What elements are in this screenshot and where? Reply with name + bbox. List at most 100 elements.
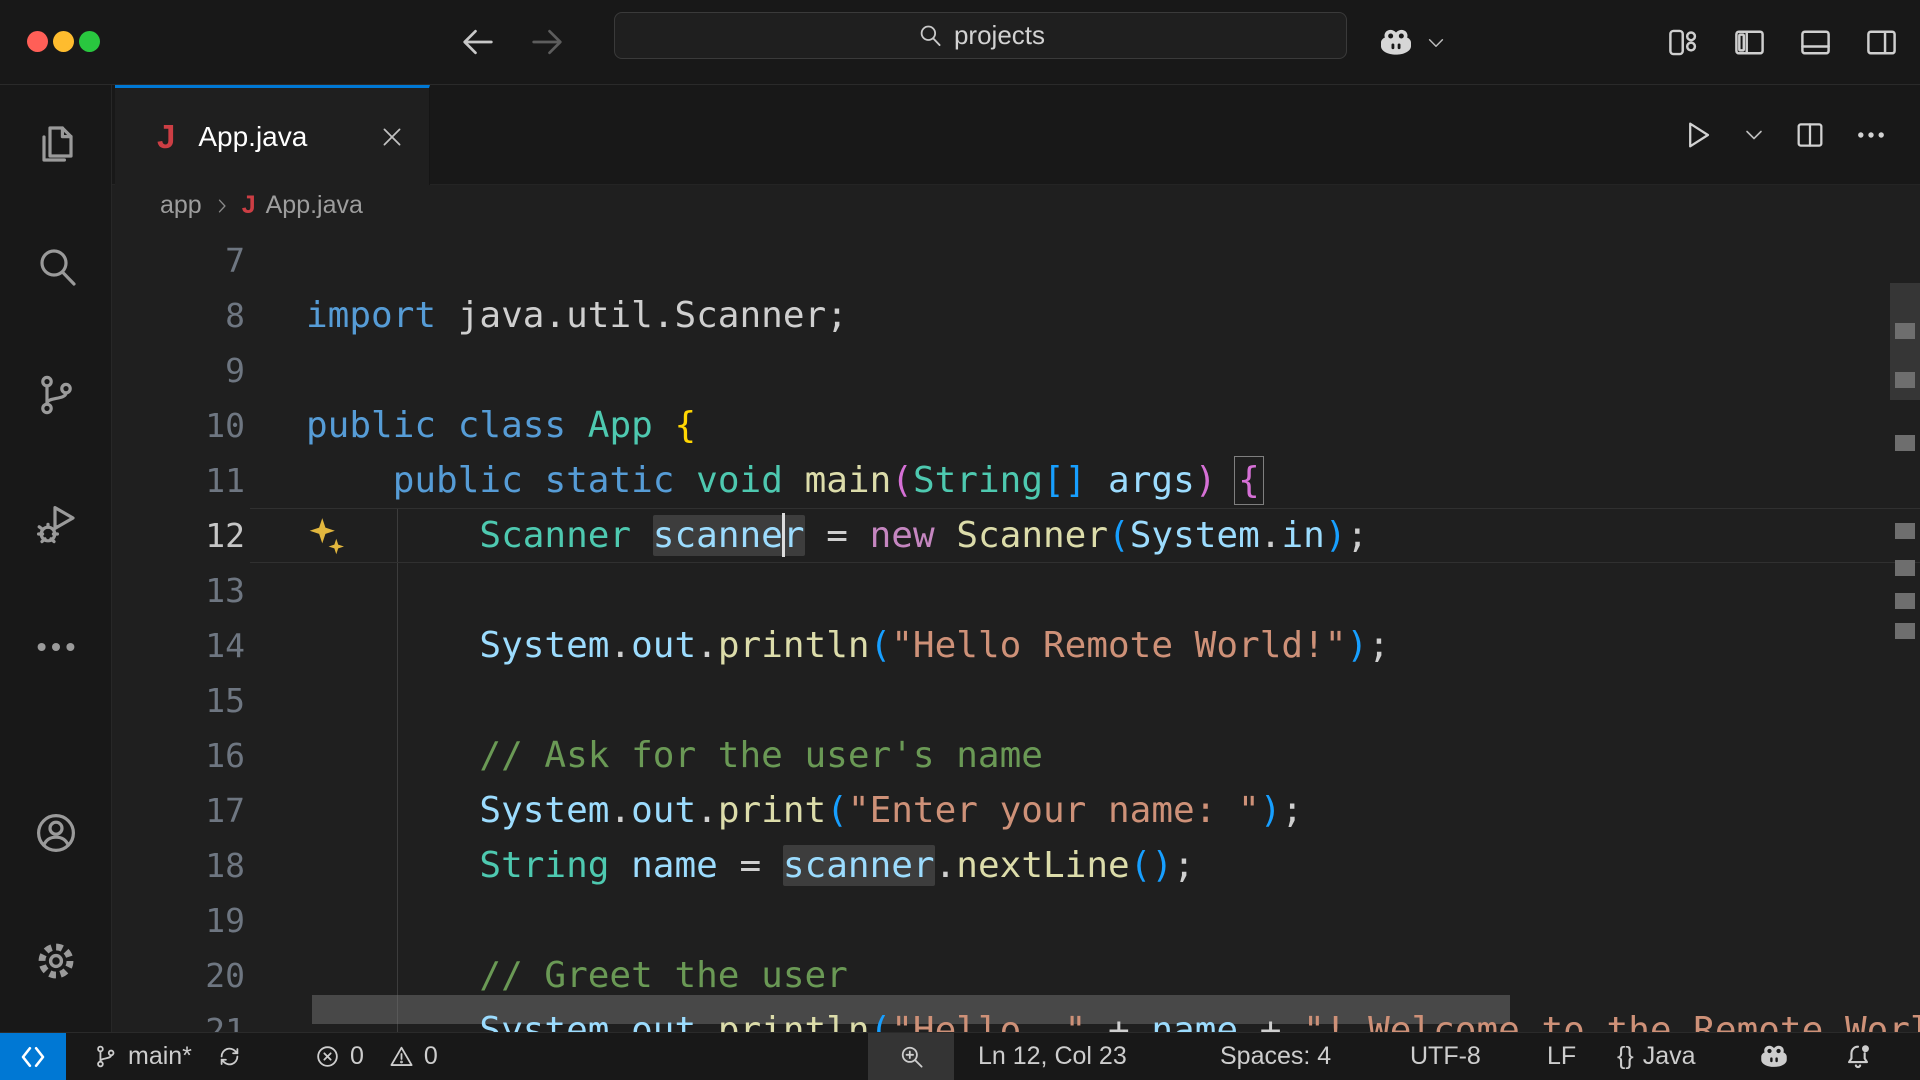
remote-icon xyxy=(18,1042,48,1072)
editor-actions xyxy=(1681,85,1920,185)
layout-sidebar-right-button[interactable] xyxy=(1863,24,1900,61)
line-number[interactable]: 20 xyxy=(112,948,245,1003)
layout-customize-button[interactable] xyxy=(1665,24,1702,61)
activity-bar xyxy=(0,85,112,1032)
explorer-icon xyxy=(32,120,80,168)
line-number[interactable]: 13 xyxy=(112,563,245,618)
java-file-icon: J xyxy=(242,191,256,220)
settings-icon xyxy=(32,937,80,985)
code-line-text: System.out.println("Hello Remote World!"… xyxy=(306,618,1390,673)
indentation-status[interactable]: Spaces: 4 xyxy=(1220,1033,1331,1080)
language-label: Java xyxy=(1643,1042,1696,1071)
line-number[interactable]: 7 xyxy=(112,233,245,288)
code-line-text: // Ask for the user's name xyxy=(306,728,1043,783)
activity-item-search[interactable] xyxy=(22,234,90,300)
activity-item-account[interactable] xyxy=(22,800,90,866)
code-line[interactable]: 17 System.out.print("Enter your name: ")… xyxy=(112,783,1920,838)
branch-icon xyxy=(92,1043,119,1070)
line-number[interactable]: 12 xyxy=(112,508,245,563)
language-status[interactable]: {} Java xyxy=(1617,1033,1696,1080)
navigate-back-button[interactable] xyxy=(458,22,498,62)
code-line[interactable]: 14 System.out.println("Hello Remote Worl… xyxy=(112,618,1920,673)
source-control-icon xyxy=(32,371,80,419)
problems-status[interactable]: 0 0 xyxy=(314,1033,438,1080)
line-number[interactable]: 14 xyxy=(112,618,245,673)
activity-item-source-control[interactable] xyxy=(22,362,90,428)
eol-label: LF xyxy=(1547,1042,1576,1071)
code-line[interactable]: 13 xyxy=(112,563,1920,618)
code-line[interactable]: 20 // Greet the user xyxy=(112,948,1920,1003)
code-line-text: System.out.print("Enter your name: "); xyxy=(306,783,1303,838)
breadcrumb: app J App.java xyxy=(112,185,1920,226)
breadcrumb-folder[interactable]: app xyxy=(160,191,202,220)
overview-ruler-mark xyxy=(1895,623,1915,639)
code-line[interactable]: 21 System.out.println("Hello, " + name +… xyxy=(112,1003,1920,1033)
branch-status[interactable]: main* xyxy=(92,1033,243,1080)
code-line[interactable]: 12 Scanner scanner = new Scanner(System.… xyxy=(112,508,1920,563)
line-number[interactable]: 17 xyxy=(112,783,245,838)
code-line[interactable]: 15 xyxy=(112,673,1920,728)
copilot-menu-button[interactable] xyxy=(1376,22,1447,64)
line-number[interactable]: 19 xyxy=(112,893,245,948)
sync-icon[interactable] xyxy=(216,1043,243,1070)
line-number[interactable]: 18 xyxy=(112,838,245,893)
eol-status[interactable]: LF xyxy=(1547,1033,1576,1080)
line-number[interactable]: 9 xyxy=(112,343,245,398)
code-area[interactable]: 78 import java.util.Scanner; 910public cla… xyxy=(112,226,1920,1032)
tab-app-java[interactable]: J App.java xyxy=(115,85,430,185)
remote-indicator[interactable] xyxy=(0,1033,66,1080)
search-value: projects xyxy=(954,20,1045,51)
more-actions-button[interactable] xyxy=(1854,118,1888,152)
line-number[interactable]: 21 xyxy=(112,1003,245,1033)
branch-label: main* xyxy=(128,1042,192,1071)
notifications-status[interactable] xyxy=(1842,1033,1874,1080)
editor-zoom-status[interactable] xyxy=(868,1033,954,1080)
more-icon xyxy=(32,623,80,671)
code-line-text: public static void main(String[] args) { xyxy=(306,453,1260,508)
zoom-window-button[interactable] xyxy=(79,31,100,52)
account-icon xyxy=(32,809,80,857)
tab-strip: J App.java xyxy=(112,85,1920,185)
split-editor-button[interactable] xyxy=(1793,118,1827,152)
indentation-label: Spaces: 4 xyxy=(1220,1042,1331,1071)
line-number[interactable]: 15 xyxy=(112,673,245,728)
breadcrumb-file[interactable]: App.java xyxy=(266,191,363,220)
run-options-chevron-icon[interactable] xyxy=(1742,123,1766,147)
line-number[interactable]: 11 xyxy=(112,453,245,508)
line-number[interactable]: 16 xyxy=(112,728,245,783)
warning-count: 0 xyxy=(424,1042,438,1071)
encoding-status[interactable]: UTF-8 xyxy=(1410,1033,1481,1080)
navigate-forward-button[interactable] xyxy=(527,22,567,62)
layout-panel-button[interactable] xyxy=(1797,24,1834,61)
code-line[interactable]: 18 String name = scanner.nextLine(); xyxy=(112,838,1920,893)
code-line-text: import java.util.Scanner; xyxy=(306,288,848,343)
code-line[interactable]: 19 xyxy=(112,893,1920,948)
command-center-search[interactable]: projects xyxy=(614,12,1347,59)
close-window-button[interactable] xyxy=(27,31,48,52)
line-number[interactable]: 8 xyxy=(112,288,245,343)
activity-item-explorer[interactable] xyxy=(22,111,90,177)
breadcrumb-separator-icon xyxy=(212,196,232,216)
warnings-icon xyxy=(388,1043,415,1070)
code-line[interactable]: 9 xyxy=(112,343,1920,398)
run-button[interactable] xyxy=(1681,118,1715,152)
error-count: 0 xyxy=(350,1042,364,1071)
code-line[interactable]: 8 import java.util.Scanner; xyxy=(112,288,1920,343)
line-number[interactable]: 10 xyxy=(112,398,245,453)
search-icon xyxy=(916,22,943,49)
minimize-window-button[interactable] xyxy=(53,31,74,52)
cursor-position-status[interactable]: Ln 12, Col 23 xyxy=(978,1033,1127,1080)
overview-ruler-mark xyxy=(1895,372,1915,388)
code-line[interactable]: 10public class App { xyxy=(112,398,1920,453)
activity-item-more[interactable] xyxy=(22,614,90,680)
activity-item-run-and-debug[interactable] xyxy=(22,491,90,557)
code-line[interactable]: 7 xyxy=(112,233,1920,288)
search-icon xyxy=(32,243,80,291)
activity-item-settings[interactable] xyxy=(22,928,90,994)
overview-ruler-mark xyxy=(1895,435,1915,451)
copilot-status[interactable] xyxy=(1757,1033,1791,1080)
code-line[interactable]: 16 // Ask for the user's name xyxy=(112,728,1920,783)
layout-sidebar-left-button[interactable] xyxy=(1731,24,1768,61)
close-tab-icon[interactable] xyxy=(379,124,405,150)
code-line[interactable]: 11 public static void main(String[] args… xyxy=(112,453,1920,508)
